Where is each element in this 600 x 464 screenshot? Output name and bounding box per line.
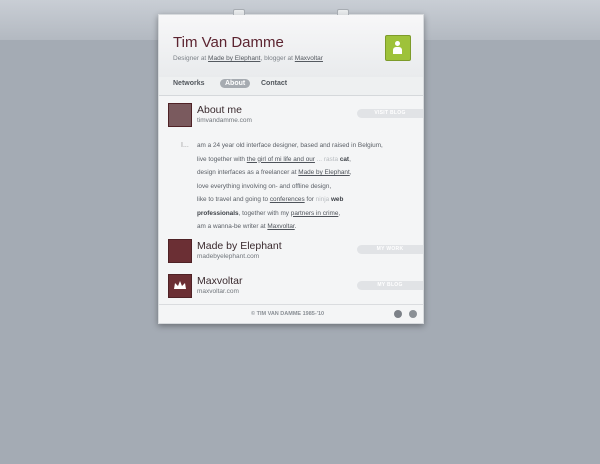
list-item-title: Made by Elephant — [197, 240, 282, 252]
girl-link[interactable]: the girl of mi life and our — [247, 156, 315, 163]
about-photo-icon — [168, 103, 192, 127]
profile-name: Tim Van Damme — [173, 34, 284, 51]
card-header: Tim Van Damme Designer at Made by Elepha… — [159, 15, 423, 78]
made-by-elephant-bio-link[interactable]: Made by Elephant — [298, 169, 350, 176]
maxvoltar-link[interactable]: Maxvoltar — [295, 55, 323, 62]
list-item-url: maxvoltar.com — [197, 288, 239, 295]
skull-icon[interactable] — [394, 310, 402, 318]
elephant-logo-icon — [168, 239, 192, 263]
user-avatar-icon[interactable] — [385, 35, 411, 61]
cat-link[interactable]: cat — [340, 156, 349, 163]
tab-about[interactable]: About — [220, 79, 251, 88]
bio-line: live together with the girl of mi life a… — [197, 155, 351, 163]
subtitle-text: Designer at — [173, 55, 209, 62]
visit-blog-button[interactable]: VISIT BLOG — [357, 109, 423, 118]
tab-networks[interactable]: Networks — [173, 80, 205, 87]
about-url: timvandamme.com — [197, 117, 252, 124]
bio-line: professionals, together with my partners… — [197, 209, 341, 217]
crown-logo-icon — [168, 274, 192, 298]
my-blog-button[interactable]: MY BLOG — [357, 281, 423, 290]
my-work-button[interactable]: MY WORK — [357, 245, 423, 254]
heart-icon[interactable] — [409, 310, 417, 318]
maxvoltar-bio-link[interactable]: Maxvoltar — [267, 223, 294, 230]
bio-line: am a 24 year old interface designer, bas… — [197, 142, 383, 149]
made-by-elephant-link[interactable]: Made by Elephant — [208, 55, 260, 62]
quote-mark: I... — [181, 142, 189, 149]
card-footer: © TIM VAN DAMME 1985-'10 — [159, 304, 423, 324]
profile-card: Tim Van Damme Designer at Made by Elepha… — [158, 9, 424, 324]
bio-line: love everything involving on- and offlin… — [197, 182, 332, 190]
bio-line: like to travel and going to conferences … — [197, 196, 344, 203]
nav-bar: Networks About Contact — [159, 77, 423, 96]
profile-subtitle: Designer at Made by Elephant, blogger at… — [173, 55, 323, 62]
bio-line: design interfaces as a freelancer at Mad… — [197, 169, 352, 176]
tab-contact[interactable]: Contact — [261, 80, 287, 87]
list-item-title: Maxvoltar — [197, 275, 243, 287]
copyright-text: © TIM VAN DAMME 1985-'10 — [251, 311, 325, 317]
list-item-url: madebyelephant.com — [197, 253, 260, 260]
about-title: About me — [197, 104, 242, 116]
bio-line: am a wanna-be writer at Maxvoltar. — [197, 223, 297, 230]
partners-link[interactable]: partners in crime — [291, 210, 339, 217]
subtitle-text: , blogger at — [260, 55, 295, 62]
bio-text: am a 24 year old interface designer, bas… — [197, 139, 419, 234]
conferences-link[interactable]: conferences — [270, 196, 305, 203]
